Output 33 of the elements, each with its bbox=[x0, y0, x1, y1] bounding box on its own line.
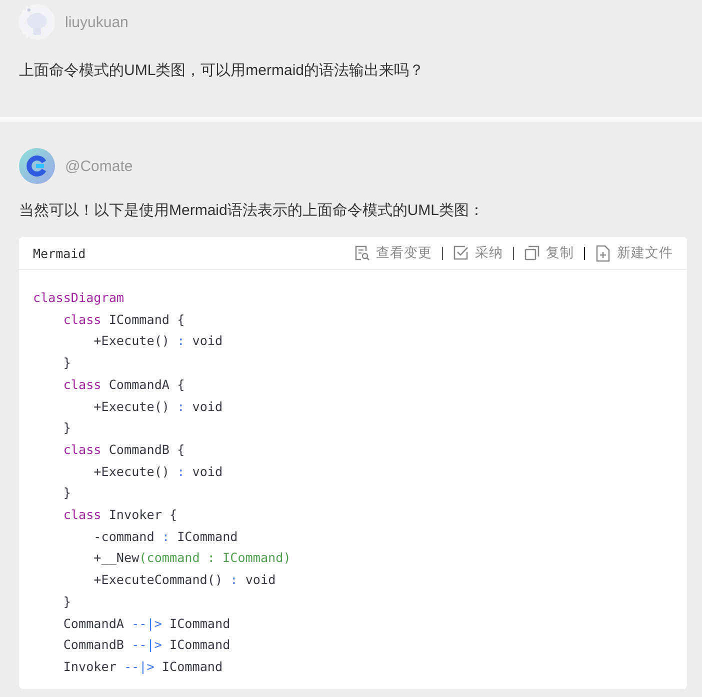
message-text: 上面命令模式的UML类图，可以用mermaid的语法输出来吗？ bbox=[19, 61, 426, 81]
copy-button[interactable]: 复制 bbox=[524, 244, 574, 262]
message-text: 当然可以！以下是使用Mermaid语法表示的上面命令模式的UML类图： bbox=[19, 201, 486, 221]
code-line: +__New(command : ICommand) bbox=[92, 549, 292, 568]
newfile-button[interactable]: 新建文件 bbox=[595, 244, 673, 262]
code-line: class Invoker { bbox=[62, 506, 178, 524]
robot-avatar bbox=[19, 4, 55, 40]
bot-avatar bbox=[19, 148, 55, 184]
code-line: -command : ICommand bbox=[92, 528, 239, 546]
code-line: } bbox=[62, 592, 72, 611]
search-document-icon bbox=[354, 245, 370, 261]
accept-button[interactable]: 采纳 bbox=[453, 244, 503, 262]
author-name: liuyukuan bbox=[65, 14, 128, 30]
diff-button[interactable]: 查看变更 bbox=[354, 244, 432, 262]
code-line: } bbox=[62, 354, 72, 372]
author-name: @Comate bbox=[65, 158, 133, 174]
code-line: class CommandB { bbox=[62, 440, 186, 459]
code-line: } bbox=[62, 484, 72, 502]
code-line: } bbox=[62, 419, 72, 438]
code-language: Mermaid bbox=[33, 246, 86, 260]
code-line: +ExecuteCommand() : void bbox=[92, 571, 277, 590]
code-line: class ICommand { bbox=[62, 310, 186, 329]
code-line: CommandB --|> ICommand bbox=[62, 636, 232, 654]
code-line: classDiagram bbox=[33, 289, 125, 307]
code-line: Invoker --|> ICommand bbox=[62, 658, 224, 676]
code-line: class CommandA { bbox=[62, 376, 186, 394]
code-line: +Execute() : void bbox=[92, 398, 224, 416]
code-line: CommandA --|> ICommand bbox=[62, 614, 232, 633]
code-line: +Execute() : void bbox=[92, 462, 224, 481]
new-file-icon bbox=[595, 244, 611, 262]
code-line: +Execute() : void bbox=[92, 332, 224, 350]
copy-icon bbox=[524, 245, 540, 261]
checkbox-icon bbox=[453, 245, 469, 261]
